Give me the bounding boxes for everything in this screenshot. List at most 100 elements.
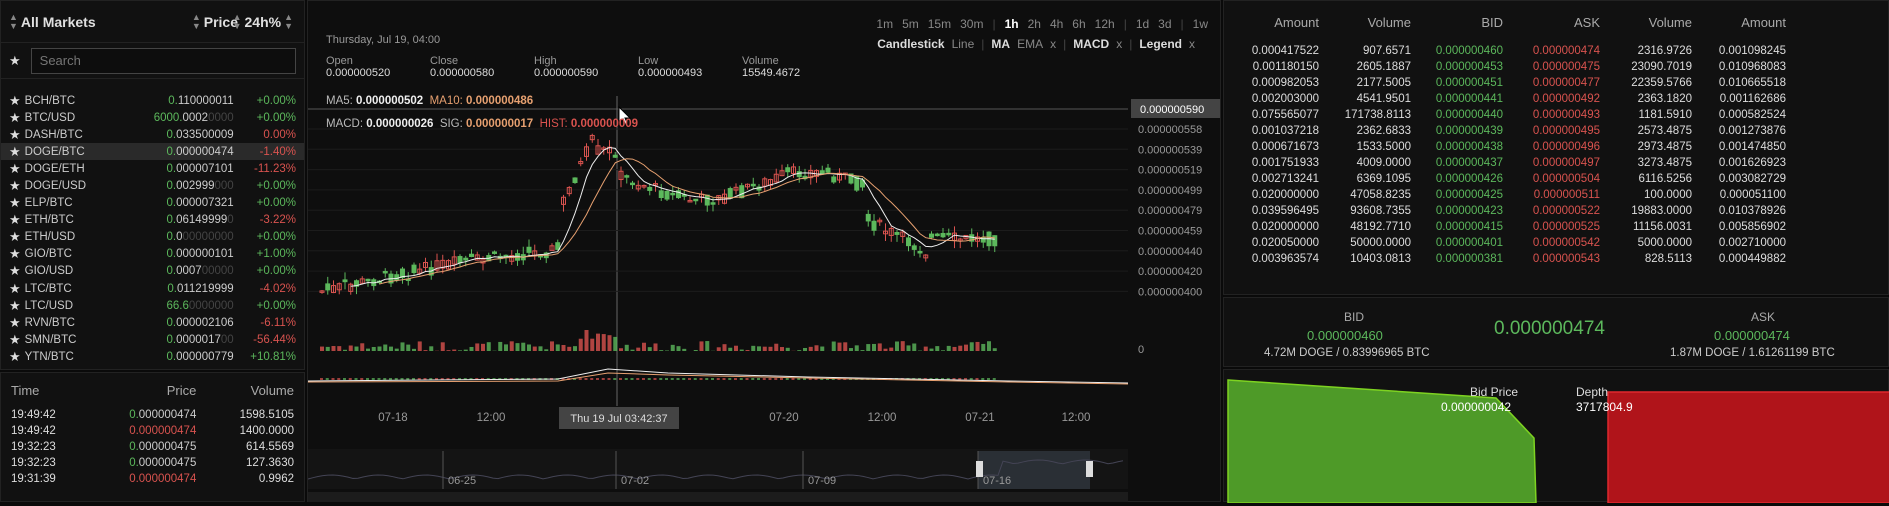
order-book-row[interactable]: 0.00396357410403.08130.0000003810.000000… xyxy=(1224,251,1888,267)
price-column-sort[interactable]: ▲▼ Price xyxy=(147,13,238,31)
favorite-star-icon[interactable]: ★ xyxy=(9,332,21,348)
search-input[interactable] xyxy=(31,48,296,74)
order-book-row[interactable]: 0.02000000048192.77100.0000004150.000000… xyxy=(1224,219,1888,235)
candle xyxy=(464,258,468,260)
market-row[interactable]: ★DOGE/USD0.002999000+0.00% xyxy=(1,177,304,194)
market-row[interactable]: ★LTC/USD66.60000000+0.00% xyxy=(1,297,304,314)
favorite-star-icon[interactable]: ★ xyxy=(9,195,21,211)
volume-bar xyxy=(769,347,773,351)
market-row[interactable]: ★SMN/BTC0.000001700-56.44% xyxy=(1,331,304,348)
ask-volume: 100.0000 xyxy=(1600,189,1692,201)
timeframe-30m[interactable]: 30m xyxy=(960,17,983,31)
market-row[interactable]: ★ETH/BTC0.061499990-3.22% xyxy=(1,212,304,229)
macd-close-icon[interactable]: x xyxy=(1116,37,1122,51)
favorite-star-icon[interactable]: ★ xyxy=(9,144,21,160)
candlestick-option[interactable]: Candlestick xyxy=(877,37,944,51)
order-book-row[interactable]: 0.075565077171738.81130.0000004400.00000… xyxy=(1224,107,1888,123)
market-row[interactable]: ★DASH/BTC0.0335000090.00% xyxy=(1,126,304,143)
order-book-row[interactable]: 0.0017519334009.00000.0000004370.0000004… xyxy=(1224,155,1888,171)
order-book-row[interactable]: 0.0009820532177.50050.0000004510.0000004… xyxy=(1224,75,1888,91)
favorites-star-icon[interactable]: ★ xyxy=(9,53,21,69)
market-row[interactable]: ★YTN/BTC0.000000779+10.81% xyxy=(1,348,304,365)
timeframe-6h[interactable]: 6h xyxy=(1072,17,1085,31)
bid-volume: 4541.9501 xyxy=(1319,93,1411,105)
timeframe-5m[interactable]: 5m xyxy=(902,17,919,31)
macd-option[interactable]: MACD xyxy=(1073,37,1109,51)
volume-bar xyxy=(838,343,842,351)
order-book-row[interactable]: 0.0027132416369.10950.0000004260.0000005… xyxy=(1224,171,1888,187)
market-row[interactable]: ★LTC/BTC0.011219999-4.02% xyxy=(1,280,304,297)
market-row[interactable]: ★ETH/USD0.000000000+0.00% xyxy=(1,229,304,246)
volume-bar xyxy=(705,341,709,351)
ask-price: 0.000000474 xyxy=(1714,328,1790,343)
volume-bar xyxy=(487,342,491,351)
ema-close-icon[interactable]: x xyxy=(1050,37,1056,51)
favorite-star-icon[interactable]: ★ xyxy=(9,349,21,365)
favorite-star-icon[interactable]: ★ xyxy=(9,315,21,331)
volume-bar xyxy=(418,341,422,351)
line-option[interactable]: Line xyxy=(952,37,975,51)
high-value: 0.000000590 xyxy=(534,67,638,79)
order-book-row[interactable]: 0.02000000047058.82350.0000004250.000000… xyxy=(1224,187,1888,203)
timeframe-1w[interactable]: 1w xyxy=(1193,17,1208,31)
order-book-row[interactable]: 0.0006716731533.50000.0000004380.0000004… xyxy=(1224,139,1888,155)
order-book-row[interactable]: 0.0020030004541.95010.0000004410.0000004… xyxy=(1224,91,1888,107)
market-row[interactable]: ★GIO/USD0.000700000+0.00% xyxy=(1,263,304,280)
volume-bar xyxy=(941,350,945,351)
change-column-sort[interactable]: ▲▼ 24h% ▲▼ xyxy=(238,13,296,31)
ask-volume: 5000.0000 xyxy=(1600,237,1692,249)
favorite-star-icon[interactable]: ★ xyxy=(9,298,21,314)
volume-bar xyxy=(682,349,686,351)
volume-bar xyxy=(550,341,554,351)
favorite-star-icon[interactable]: ★ xyxy=(9,110,21,126)
crosshair-time-label: Thu 19 Jul 03:42:37 xyxy=(570,413,667,425)
favorite-star-icon[interactable]: ★ xyxy=(9,178,21,194)
legend-option[interactable]: Legend xyxy=(1139,37,1182,51)
timeframe-1h[interactable]: 1h xyxy=(1005,17,1019,31)
market-row[interactable]: ★DOGE/BTC0.000000474-1.40% xyxy=(1,143,304,160)
timeframe-3d[interactable]: 3d xyxy=(1158,17,1171,31)
timeframe-1m[interactable]: 1m xyxy=(876,17,893,31)
depth-chart-panel[interactable]: Bid Price Depth 0.000000042 3717804.9 xyxy=(1223,369,1889,502)
markets-title-sort[interactable]: ▲▼ All Markets xyxy=(9,13,147,31)
timeframe-12h[interactable]: 12h xyxy=(1095,17,1115,31)
volume-bar xyxy=(429,346,433,351)
volume-bar xyxy=(441,342,445,351)
ask-price: 0.000000492 xyxy=(1503,93,1600,105)
order-book-row[interactable]: 0.0011801502605.18870.0000004530.0000004… xyxy=(1224,59,1888,75)
order-book-row[interactable]: 0.03959649593608.73550.0000004230.000000… xyxy=(1224,203,1888,219)
favorite-star-icon[interactable]: ★ xyxy=(9,229,21,245)
timeframe-15m[interactable]: 15m xyxy=(928,17,951,31)
legend-close-icon[interactable]: x xyxy=(1189,37,1195,51)
order-book-row[interactable]: 0.02005000050000.00000.0000004010.000000… xyxy=(1224,235,1888,251)
favorite-star-icon[interactable]: ★ xyxy=(9,93,21,109)
market-row[interactable]: ★BCH/BTC0.110000011+0.00% xyxy=(1,92,304,109)
favorite-star-icon[interactable]: ★ xyxy=(9,161,21,177)
bid-column-header: BID xyxy=(1411,15,1503,30)
favorite-star-icon[interactable]: ★ xyxy=(9,263,21,279)
order-book-row[interactable]: 0.0010372182362.68330.0000004390.0000004… xyxy=(1224,123,1888,139)
navigator-tick-label: 07-16 xyxy=(983,475,1011,487)
market-row[interactable]: ★BTC/USD6000.00020000+0.00% xyxy=(1,109,304,126)
market-row[interactable]: ★RVN/BTC0.000002106-6.11% xyxy=(1,314,304,331)
y-tick-label: 0.000000459 xyxy=(1138,226,1202,238)
ema-option[interactable]: EMA xyxy=(1017,37,1043,51)
timeframe-1d[interactable]: 1d xyxy=(1136,17,1149,31)
ask-volume: 2316.9726 xyxy=(1600,45,1692,57)
ma-option[interactable]: MA xyxy=(991,37,1010,51)
market-row[interactable]: ★DOGE/ETH0.000007101-11.23% xyxy=(1,160,304,177)
timeframe-4h[interactable]: 4h xyxy=(1050,17,1063,31)
volume-bar xyxy=(332,346,336,351)
order-book-row[interactable]: 0.000417522907.65710.0000004600.00000047… xyxy=(1224,43,1888,59)
favorite-star-icon[interactable]: ★ xyxy=(9,127,21,143)
favorite-star-icon[interactable]: ★ xyxy=(9,246,21,262)
bid-volume: 907.6571 xyxy=(1319,45,1411,57)
bid-volume: 10403.0813 xyxy=(1319,253,1411,265)
market-pair: DASH/BTC xyxy=(25,129,121,141)
market-row[interactable]: ★ELP/BTC0.000007321+0.00% xyxy=(1,195,304,212)
market-row[interactable]: ★GIO/BTC0.000000101+1.00% xyxy=(1,246,304,263)
favorite-star-icon[interactable]: ★ xyxy=(9,281,21,297)
timeframe-2h[interactable]: 2h xyxy=(1028,17,1041,31)
bid-amount: 0.020050000 xyxy=(1224,237,1319,249)
favorite-star-icon[interactable]: ★ xyxy=(9,212,21,228)
